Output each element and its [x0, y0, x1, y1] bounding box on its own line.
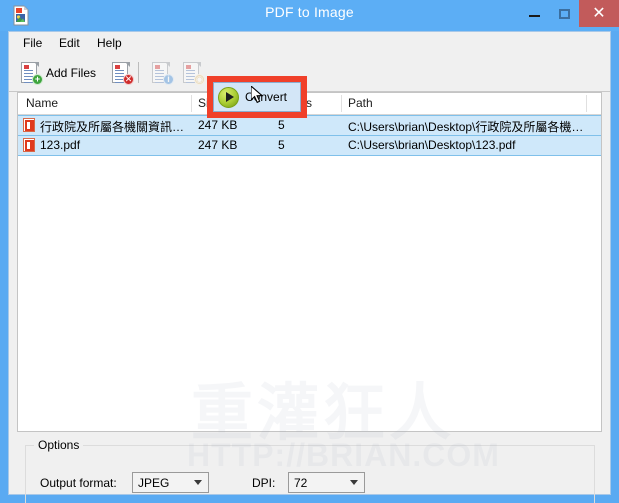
pdf-file-icon	[23, 138, 35, 152]
table-row[interactable]: 行政院及所屬各機關資訊… 247 KB 5 C:\Users\brian\Des…	[18, 115, 601, 136]
menu-item-file[interactable]: File	[17, 35, 48, 51]
output-format-label: Output format:	[40, 476, 117, 490]
cell-size: 247 KB	[198, 118, 238, 132]
add-file-icon: +	[21, 61, 43, 85]
eye-preview-icon: ◉	[183, 61, 205, 85]
cell-size: 247 KB	[198, 138, 238, 152]
file-list[interactable]: Name Size Pages Path 行政院及所屬各機關資訊… 247 KB…	[17, 92, 602, 432]
cell-pages: 5	[278, 138, 285, 152]
file-info-button[interactable]: i	[152, 57, 174, 88]
menu-item-edit[interactable]: Edit	[53, 35, 86, 51]
chevron-down-icon	[194, 480, 202, 485]
output-format-select[interactable]: JPEG	[132, 472, 209, 493]
application-window: PDF to Image ✕ File Edit Help + Add File…	[0, 0, 619, 503]
column-header-path[interactable]: Path	[348, 96, 373, 110]
close-icon: ✕	[592, 4, 606, 22]
convert-label: Convert	[245, 90, 288, 104]
menu-bar: File Edit Help	[9, 32, 610, 55]
cell-pages: 5	[278, 118, 285, 132]
cell-name: 123.pdf	[40, 138, 81, 152]
options-legend: Options	[34, 438, 84, 452]
chevron-down-icon	[350, 480, 358, 485]
column-header-name[interactable]: Name	[26, 96, 58, 110]
client-area: File Edit Help + Add Files ✕ i ◉ Convert…	[8, 31, 611, 503]
remove-files-button[interactable]: ✕	[112, 57, 134, 88]
dpi-select[interactable]: 72	[288, 472, 365, 493]
preview-button[interactable]: ◉	[183, 57, 205, 88]
dpi-label: DPI:	[252, 476, 276, 490]
pdf-file-icon	[23, 118, 35, 132]
remove-file-icon: ✕	[112, 61, 134, 85]
cell-name: 行政院及所屬各機關資訊…	[40, 120, 185, 134]
menu-item-help[interactable]: Help	[91, 35, 128, 51]
maximize-button[interactable]	[549, 0, 579, 27]
close-button[interactable]: ✕	[579, 0, 619, 27]
table-row[interactable]: 123.pdf 247 KB 5 C:\Users\brian\Desktop\…	[18, 136, 601, 156]
file-list-header: Name Size Pages Path	[18, 93, 601, 115]
info-icon: i	[152, 61, 174, 85]
minimize-button[interactable]	[519, 0, 549, 27]
play-icon	[218, 86, 239, 108]
add-files-label: Add Files	[46, 65, 97, 80]
add-files-button[interactable]: + Add Files	[21, 57, 96, 88]
output-format-value: JPEG	[138, 476, 170, 490]
title-bar: PDF to Image ✕	[0, 0, 619, 31]
options-group: Options Output format: JPEG DPI: 72	[25, 438, 595, 503]
cell-path: C:\Users\brian\Desktop\123.pdf	[348, 138, 516, 152]
convert-button[interactable]: Convert	[213, 82, 301, 112]
toolbar-separator	[138, 62, 139, 83]
dpi-value: 72	[294, 476, 308, 490]
toolbar: + Add Files ✕ i ◉	[9, 54, 610, 92]
cell-path: C:\Users\brian\Desktop\行政院及所屬各機…	[348, 120, 583, 134]
